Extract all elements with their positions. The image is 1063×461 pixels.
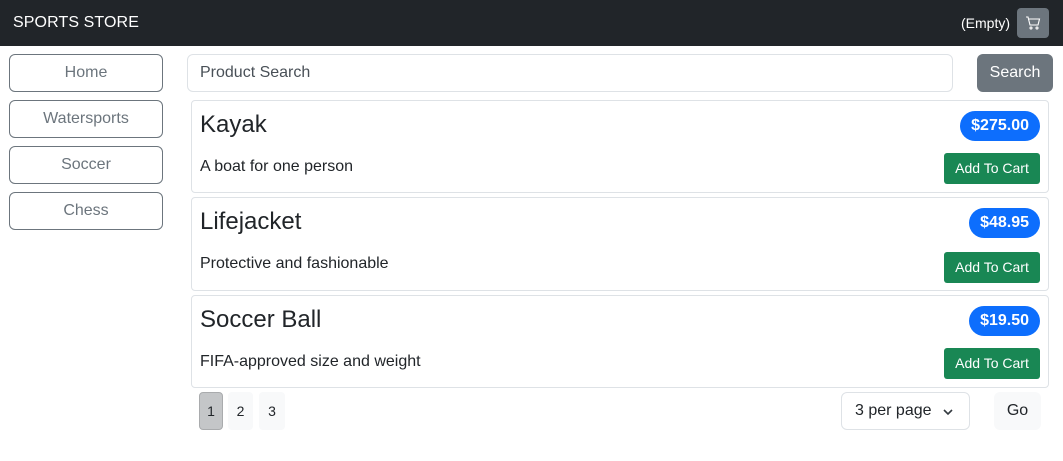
product-name: Kayak: [200, 111, 267, 138]
product-name: Lifejacket: [200, 208, 302, 235]
per-page-select[interactable]: 3 per page: [841, 392, 970, 430]
category-watersports-button[interactable]: Watersports: [9, 100, 163, 138]
product-description: A boat for one person: [200, 158, 353, 175]
page-button-2[interactable]: 2: [228, 392, 253, 430]
add-to-cart-button[interactable]: Add To Cart: [944, 153, 1040, 184]
cart-icon: [1026, 16, 1041, 30]
search-button[interactable]: Search: [977, 54, 1053, 92]
add-to-cart-button[interactable]: Add To Cart: [944, 252, 1040, 283]
add-to-cart-button[interactable]: Add To Cart: [944, 348, 1040, 379]
cart-status: (Empty): [961, 15, 1010, 31]
chevron-down-icon: [943, 409, 953, 416]
page-button-1[interactable]: 1: [199, 392, 223, 430]
product-card-kayak: Kayak $275.00 A boat for one person Add …: [191, 100, 1049, 193]
price-badge: $19.50: [969, 306, 1040, 336]
price-badge: $275.00: [960, 111, 1040, 141]
search-input[interactable]: [187, 54, 953, 92]
go-button[interactable]: Go: [994, 392, 1041, 430]
cart-button[interactable]: [1017, 8, 1049, 38]
brand-title[interactable]: SPORTS STORE: [13, 13, 139, 33]
category-home-button[interactable]: Home: [9, 54, 163, 92]
product-card-soccer-ball: Soccer Ball $19.50 FIFA-approved size an…: [191, 295, 1049, 388]
category-chess-button[interactable]: Chess: [9, 192, 163, 230]
per-page-value: 3 per page: [855, 402, 932, 419]
navbar: SPORTS STORE (Empty): [0, 0, 1063, 46]
product-description: FIFA-approved size and weight: [200, 353, 421, 370]
category-soccer-button[interactable]: Soccer: [9, 146, 163, 184]
price-badge: $48.95: [969, 208, 1040, 238]
product-card-lifejacket: Lifejacket $48.95 Protective and fashion…: [191, 197, 1049, 291]
page-button-3[interactable]: 3: [259, 392, 285, 430]
product-description: Protective and fashionable: [200, 255, 389, 272]
product-name: Soccer Ball: [200, 306, 322, 333]
